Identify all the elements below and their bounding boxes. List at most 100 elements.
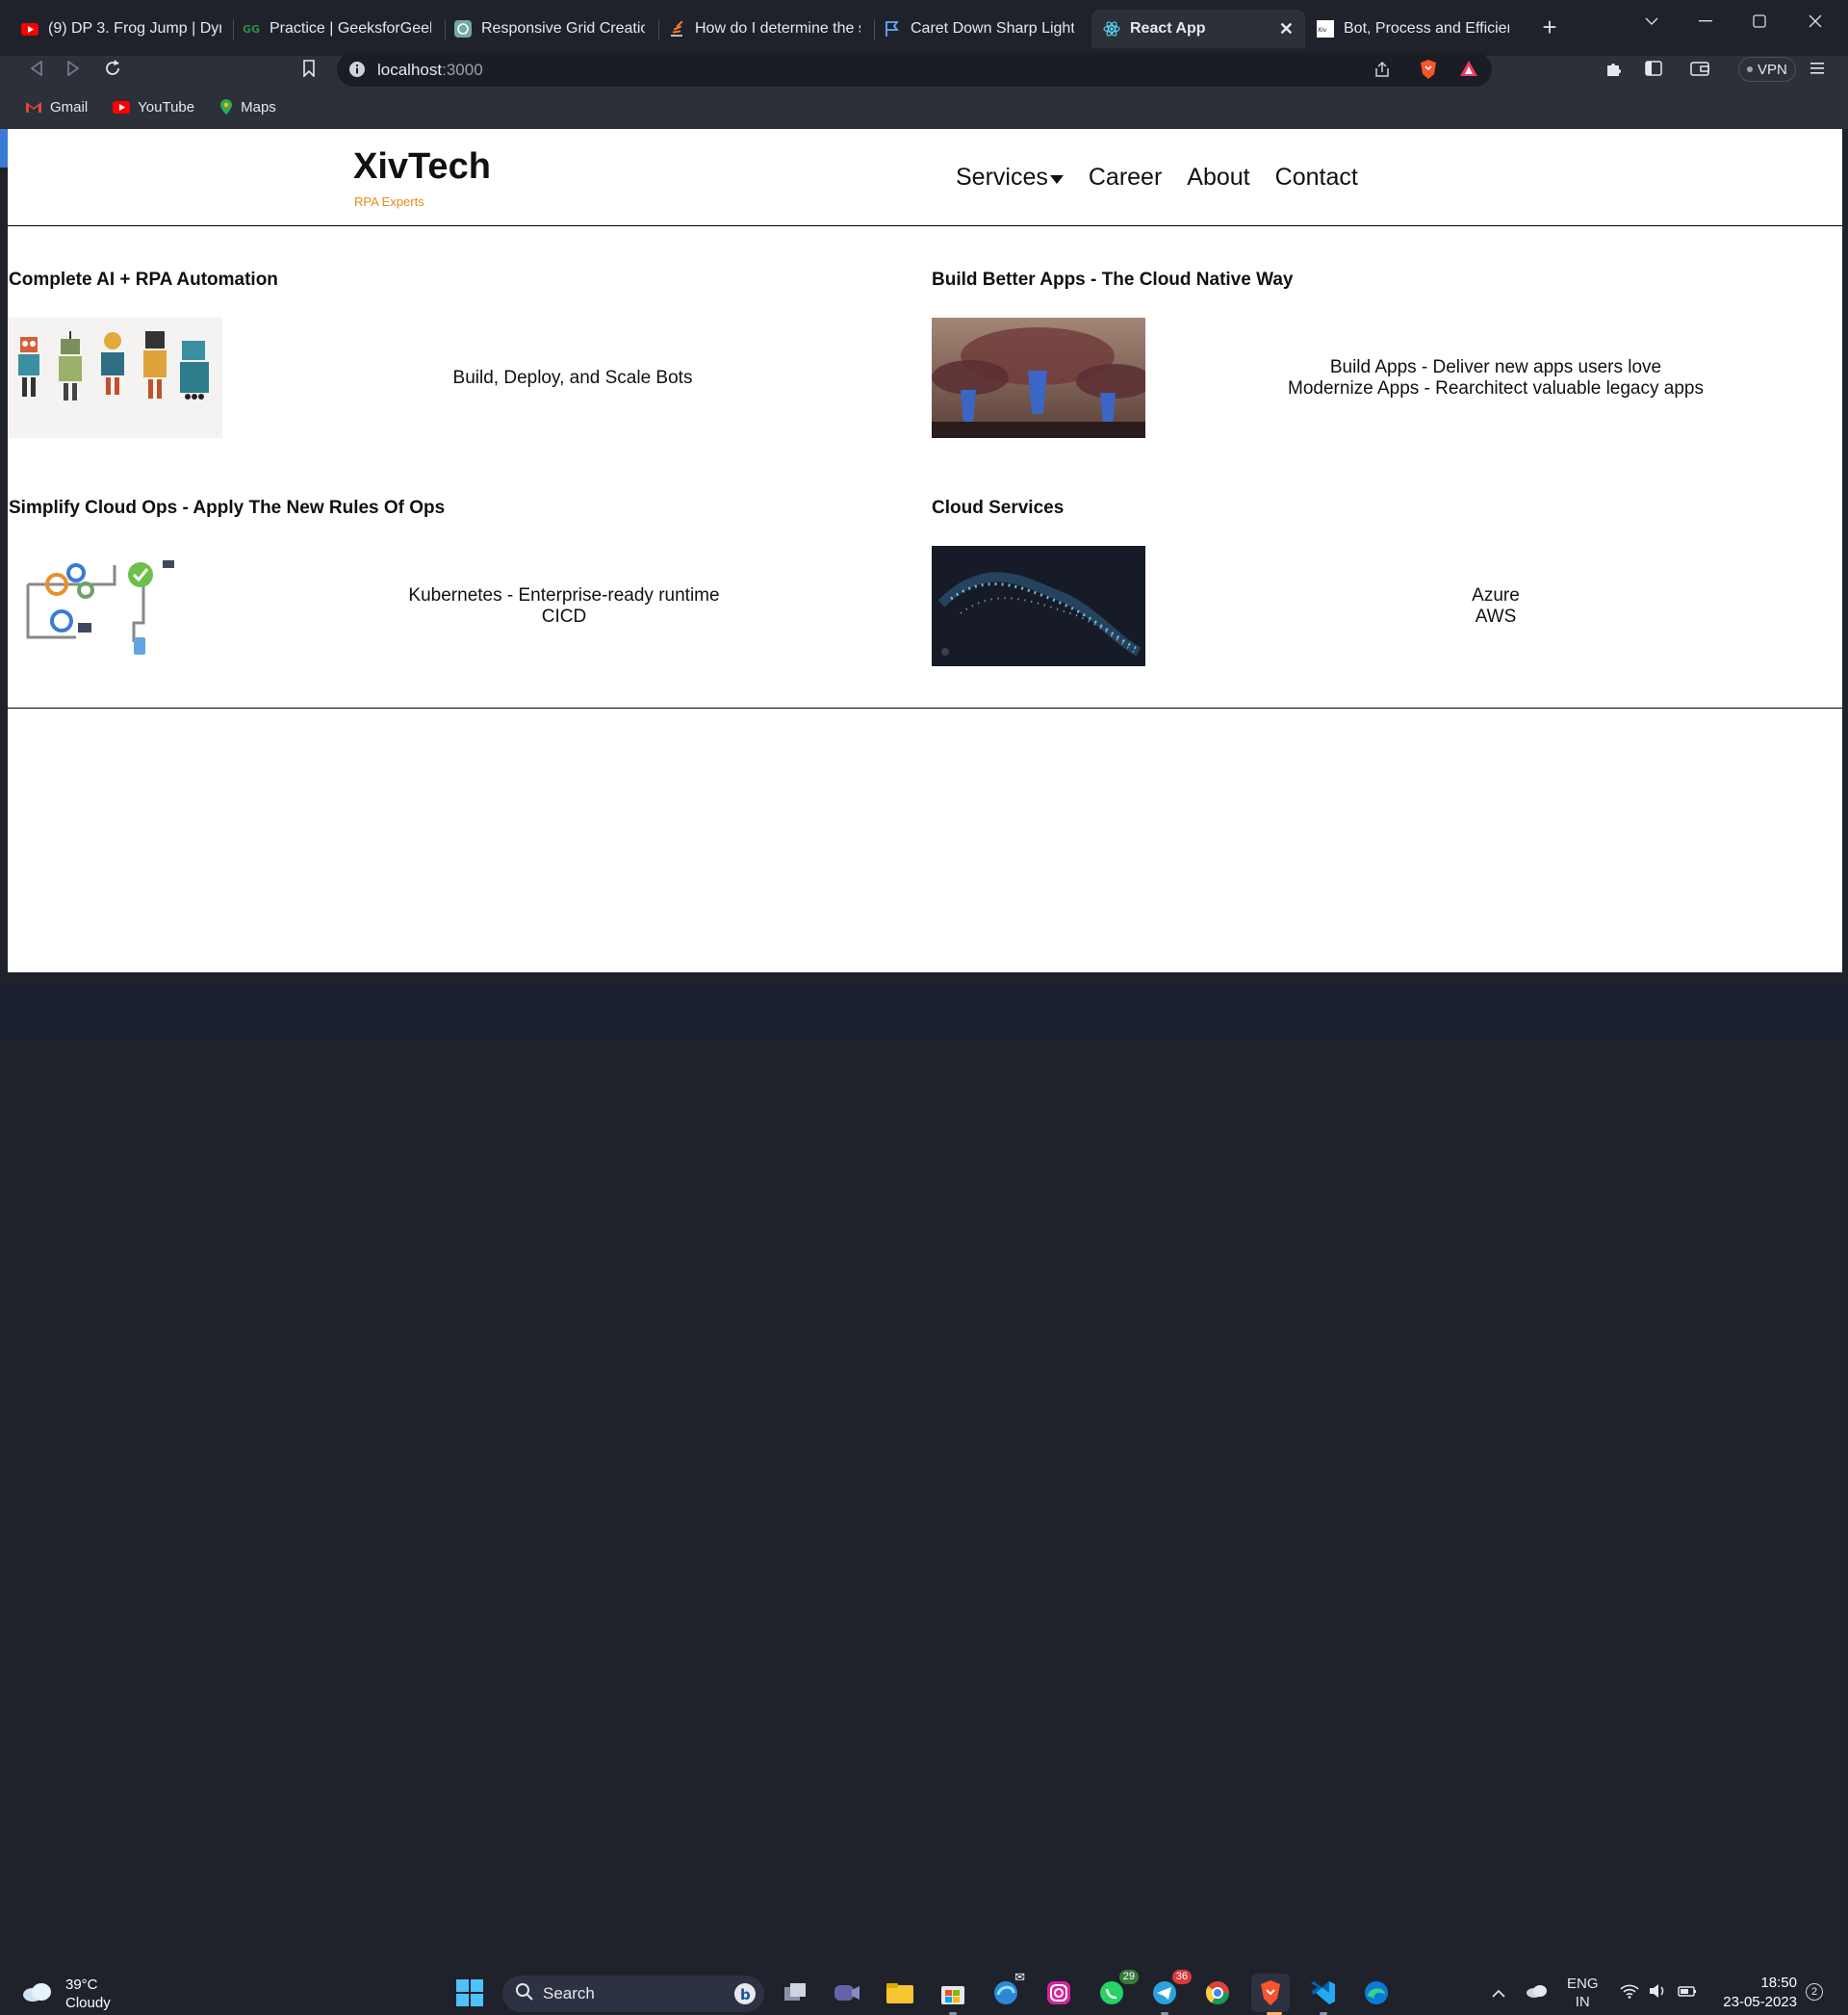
particle-wave-photo (932, 546, 1145, 666)
telegram-icon[interactable]: 36 (1145, 1970, 1192, 2012)
clock[interactable]: 18:50 23-05-2023 (1716, 1974, 1797, 2012)
tab-fontawesome[interactable]: Caret Down Sharp Light Ico (872, 10, 1086, 48)
address-bar[interactable]: localhost:3000 (337, 52, 1492, 87)
windows-taskbar: 39°C Cloudy Search b ✉ 29 36 ENG IN 18:50… (0, 982, 1848, 2015)
window-left-edge (0, 129, 8, 972)
tab-stackoverflow[interactable]: How do I determine the siz (656, 10, 872, 48)
weather-widget[interactable]: 39°C Cloudy (21, 1976, 111, 2012)
nav-contact[interactable]: Contact (1275, 164, 1358, 192)
vpn-button[interactable]: VPN (1738, 57, 1796, 82)
tab-title: Bot, Process and Efficiency (1344, 20, 1509, 37)
start-button[interactable] (450, 1974, 489, 2012)
new-tab-button[interactable]: + (1530, 12, 1569, 42)
language-indicator[interactable]: ENG IN (1567, 1975, 1599, 2011)
back-icon[interactable] (21, 52, 52, 85)
chrome-icon[interactable] (1198, 1974, 1237, 2012)
tab-geeksforgeeks[interactable]: GG Practice | GeeksforGeeks | / (231, 10, 443, 48)
tab-react-app[interactable]: React App ✕ (1091, 10, 1305, 48)
search-label: Search (543, 1984, 595, 2002)
onedrive-icon[interactable] (1525, 1983, 1548, 2002)
edge-dev-icon[interactable]: ✉ (987, 1970, 1025, 2012)
nav-career[interactable]: Career (1089, 164, 1162, 192)
forward-icon[interactable] (58, 52, 89, 85)
chevron-up-icon[interactable] (1492, 1985, 1505, 2002)
telegram-badge: 36 (1171, 1970, 1192, 1984)
file-explorer-icon[interactable] (881, 1974, 919, 2012)
whatsapp-icon[interactable]: 29 (1092, 1970, 1139, 2012)
url-port: :3000 (442, 61, 483, 79)
close-window-icon[interactable] (1796, 6, 1835, 37)
tab-xivtech[interactable]: Xiv Bot, Process and Efficiency (1305, 10, 1521, 48)
bing-icon: b (733, 1982, 757, 2010)
teams-chat-icon[interactable] (828, 1974, 866, 2012)
browser-chrome: (9) DP 3. Frog Jump | Dyna GG Practice |… (0, 0, 1848, 129)
service-card: Build Better Apps - The Cloud Native Way… (932, 270, 1842, 443)
bookmark-gmail[interactable]: Gmail (25, 99, 88, 116)
cloud-icon (21, 1981, 54, 2006)
card-line: AWS (1475, 606, 1517, 627)
bookmarks-bar: Gmail YouTube Maps (0, 94, 276, 119)
edge-icon[interactable] (1357, 1974, 1396, 2012)
card-line: Build Apps - Deliver new apps users love (1329, 356, 1662, 377)
youtube-icon (113, 100, 131, 114)
volume-icon[interactable] (1649, 1983, 1668, 2002)
battery-icon[interactable] (1677, 1983, 1697, 2002)
menu-icon[interactable] (1802, 52, 1833, 85)
chatgpt-icon (454, 20, 472, 38)
weather-desc: Cloudy (65, 1995, 111, 2011)
card-description: Build Apps - Deliver new apps users love… (1145, 318, 1842, 438)
tab-youtube[interactable]: (9) DP 3. Frog Jump | Dyna (10, 10, 233, 48)
reload-icon[interactable] (97, 52, 128, 85)
supertree-photo (932, 318, 1145, 438)
wallet-icon[interactable] (1684, 52, 1715, 85)
close-tab-icon[interactable]: ✕ (1279, 19, 1294, 39)
maximize-icon[interactable] (1740, 6, 1779, 37)
page-viewport: XivTech RPA Experts Services Career Abou… (8, 129, 1842, 972)
nav-services[interactable]: Services (956, 164, 1064, 192)
geeksforgeeks-icon: GG (243, 20, 260, 38)
notification-badge[interactable]: 2 (1806, 1983, 1823, 2001)
bookmark-page-icon[interactable] (294, 52, 324, 85)
wifi-icon[interactable] (1619, 1983, 1639, 2002)
bookmark-label: Gmail (50, 98, 89, 116)
youtube-icon (21, 20, 38, 38)
tab-chatgpt[interactable]: Responsive Grid Creation. (443, 10, 656, 48)
share-icon[interactable] (1373, 60, 1392, 84)
sidebar-icon[interactable] (1638, 52, 1669, 85)
vpn-label: VPN (1758, 61, 1787, 78)
instagram-icon[interactable] (1040, 1974, 1078, 2012)
system-tray: ENG IN (1492, 1974, 1697, 2012)
site-logo[interactable]: XivTech (353, 146, 491, 188)
search-icon (516, 1982, 533, 2005)
taskbar-search[interactable]: Search b (502, 1976, 764, 2012)
vscode-icon[interactable] (1304, 1974, 1343, 2012)
extensions-icon[interactable] (1598, 52, 1629, 85)
nav-about[interactable]: About (1187, 164, 1249, 192)
stackoverflow-icon (668, 20, 685, 38)
service-card: Complete AI + RPA Automation Build, Depl… (9, 270, 923, 443)
content-divider (8, 708, 1842, 709)
nav-label: Contact (1274, 164, 1358, 191)
url-text[interactable]: localhost:3000 (377, 61, 483, 80)
tab-search-chevron-icon[interactable] (1632, 6, 1671, 37)
gmail-icon (25, 100, 42, 114)
card-description: Azure AWS (1145, 546, 1842, 666)
site-nav: Services Career About Contact (956, 164, 1383, 192)
brave-rewards-icon[interactable] (1459, 60, 1478, 82)
brave-icon[interactable] (1251, 1974, 1290, 2012)
robots-illustration (9, 318, 222, 438)
card-title: Complete AI + RPA Automation (9, 270, 278, 290)
bookmark-youtube[interactable]: YouTube (113, 99, 194, 116)
brave-shields-icon[interactable] (1419, 59, 1438, 85)
xivtech-favicon: Xiv (1317, 20, 1334, 38)
card-line: Kubernetes - Enterprise-ready runtime (408, 584, 720, 606)
whatsapp-badge: 29 (1118, 1970, 1139, 1984)
minimize-icon[interactable] (1686, 6, 1725, 37)
site-info-icon[interactable] (348, 61, 366, 83)
bookmark-maps[interactable]: Maps (219, 98, 276, 116)
site-header: XivTech RPA Experts Services Career Abou… (8, 129, 1842, 226)
service-card: Simplify Cloud Ops - Apply The New Rules… (9, 498, 923, 671)
task-view-icon[interactable] (776, 1974, 814, 2012)
lang-bottom: IN (1575, 1994, 1590, 2010)
microsoft-store-icon[interactable] (934, 1974, 972, 2012)
